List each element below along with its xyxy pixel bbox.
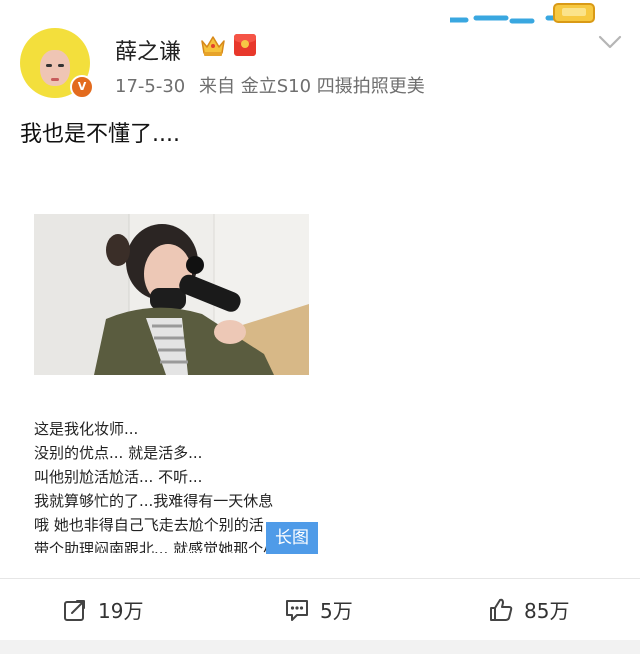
long-text-line: 这是我化妆师... [34,420,139,438]
photo-illustration [34,214,309,375]
chevron-down-icon[interactable] [597,33,623,51]
long-image-badge: 长图 [266,522,318,554]
bottom-separator [0,640,640,654]
post-photo[interactable] [34,214,309,375]
author-name[interactable]: 薛之谦 [115,34,181,66]
share-icon [64,599,85,621]
long-text-line: 没别的优点... 就是活多... [34,444,203,462]
comment-button[interactable]: 5万 [284,579,353,640]
repost-button[interactable]: 19万 [62,579,143,640]
post-text: 我也是不懂了.... [20,122,180,147]
comment-icon [286,599,308,621]
comment-count: 5万 [320,599,353,623]
long-text-line: 叫他别尬活尬活... 不听... [34,468,203,486]
thumbs-up-icon [490,598,513,621]
post-source: 来自 金立S10 四摄拍照更美 [199,76,425,97]
post-meta: 17-5-30 来自 金立S10 四摄拍照更美 [115,72,433,98]
like-button[interactable]: 85万 [488,579,569,640]
verified-badge: V [70,75,94,99]
like-count: 85万 [524,599,570,623]
red-packet-icon [234,34,256,56]
action-bar: 19万 5万 85万 [0,579,640,640]
post-date: 17-5-30 [115,76,186,97]
crown-icon [201,36,225,56]
long-text-line: 我就算够忙的了...我难得有一天休息 [34,492,274,510]
post-header: V 薛之谦 17-5-30 来自 金立S10 四摄拍照更美 [0,0,640,105]
repost-count: 19万 [98,599,144,623]
